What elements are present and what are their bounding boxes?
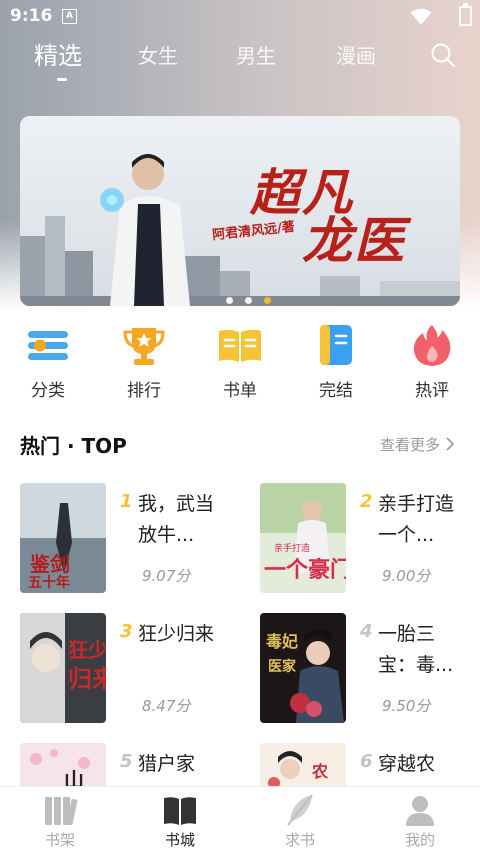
- feather-icon: [282, 793, 318, 827]
- category-label: 排行: [127, 381, 161, 401]
- bookstore-icon: [162, 793, 198, 827]
- book-score: 9.50分: [382, 697, 431, 715]
- nav-request-book[interactable]: 求书: [260, 787, 340, 850]
- svg-text:狂少: 狂少: [68, 638, 106, 662]
- wifi-icon: [410, 8, 432, 25]
- rank-number: 1: [120, 491, 133, 512]
- chevron-right-icon: [446, 437, 454, 451]
- promo-banner[interactable]: 阿君清风远/著 超凡 龙医: [20, 116, 460, 306]
- book-title: 亲手打造一个...: [378, 493, 455, 546]
- book-cover: 毒妃 医家: [260, 613, 346, 723]
- banner-pagination: [226, 289, 283, 306]
- banner-title-line1: 超凡: [250, 164, 354, 222]
- notebook-icon: [313, 322, 359, 368]
- svg-text:医家: 医家: [268, 658, 297, 675]
- section-title: 热门 · TOP: [20, 434, 127, 458]
- rank-number: 3: [120, 621, 133, 642]
- flame-icon: [409, 322, 455, 368]
- status-bar: 9:16 A: [0, 0, 480, 32]
- category-label: 热评: [415, 381, 449, 401]
- see-more-link[interactable]: 查看更多: [380, 434, 455, 455]
- book-title: 我，武当放牛...: [138, 493, 215, 546]
- banner-dot[interactable]: [245, 297, 252, 304]
- bottom-nav: 书架 书城 求书 我的: [0, 786, 480, 853]
- battery-icon: [459, 3, 472, 26]
- book-score: 9.00分: [382, 567, 431, 585]
- book-score: 8.47分: [142, 697, 191, 715]
- tab-comics[interactable]: 漫画: [336, 40, 376, 69]
- rank-number: 6: [360, 751, 373, 772]
- book-score: 9.07分: [142, 567, 191, 585]
- nav-label: 求书: [284, 831, 315, 849]
- book-title: 穿越农: [378, 753, 436, 775]
- top-tabs: 精选 女生 男生 漫画: [0, 36, 480, 81]
- category-label: 书单: [223, 381, 257, 401]
- category-label: 分类: [31, 381, 65, 401]
- banner-dot-active[interactable]: [264, 297, 271, 304]
- book-cover: 鉴剑 五十年: [20, 483, 106, 593]
- book-open-icon: [217, 322, 263, 368]
- svg-text:农: 农: [311, 762, 328, 781]
- user-icon: [402, 793, 438, 827]
- category-completed[interactable]: 完结: [301, 318, 371, 401]
- banner-dot[interactable]: [226, 297, 233, 304]
- book-cover: 亲手打造 一个豪门: [260, 483, 346, 593]
- svg-text:亲手打造: 亲手打造: [274, 542, 310, 554]
- nav-bookstore[interactable]: 书城: [140, 787, 220, 850]
- tab-male[interactable]: 男生: [236, 40, 276, 69]
- svg-text:归来: 归来: [68, 664, 106, 693]
- tab-female[interactable]: 女生: [138, 40, 178, 69]
- svg-text:鉴剑: 鉴剑: [29, 552, 70, 576]
- notification-icon: A: [62, 9, 77, 24]
- trophy-icon: [121, 322, 167, 368]
- nav-mine[interactable]: 我的: [380, 787, 460, 850]
- nav-label: 书城: [164, 831, 195, 849]
- category-row: 分类 排行 书单 完结 热评: [0, 318, 480, 408]
- category-ranking[interactable]: 排行: [109, 318, 179, 401]
- book-item[interactable]: 亲手打造 一个豪门 2 亲手打造一个... 9.00分: [260, 483, 480, 595]
- nav-label: 我的: [404, 831, 435, 849]
- rank-number: 2: [360, 491, 373, 512]
- status-time: 9:16: [10, 6, 53, 26]
- rank-number: 4: [360, 621, 373, 642]
- category-hot-reviews[interactable]: 热评: [397, 318, 467, 401]
- category-classify[interactable]: 分类: [13, 318, 83, 401]
- bookshelf-icon: [42, 793, 78, 827]
- svg-text:五十年: 五十年: [28, 574, 70, 591]
- book-title: 狂少归来: [138, 623, 215, 645]
- see-more-label: 查看更多: [380, 436, 441, 454]
- svg-text:一个豪门: 一个豪门: [264, 557, 346, 583]
- svg-text:毒妃: 毒妃: [266, 632, 298, 651]
- book-title: 猎户家: [138, 753, 196, 775]
- book-item[interactable]: 狂少 归来 3 狂少归来 8.47分: [20, 613, 240, 725]
- book-cover: 狂少 归来: [20, 613, 106, 723]
- rank-number: 5: [120, 751, 133, 772]
- search-icon[interactable]: [430, 42, 456, 68]
- category-label: 完结: [319, 381, 353, 401]
- banner-character: [100, 154, 190, 306]
- banner-title-line2: 龙医: [302, 212, 406, 270]
- book-title: 一胎三宝：毒...: [378, 623, 454, 676]
- book-item[interactable]: 毒妃 医家 4 一胎三宝：毒... 9.50分: [260, 613, 480, 725]
- tab-featured[interactable]: 精选: [34, 36, 82, 71]
- nav-bookshelf[interactable]: 书架: [20, 787, 100, 850]
- book-item[interactable]: 鉴剑 五十年 1 我，武当放牛... 9.07分: [20, 483, 240, 595]
- category-booklist[interactable]: 书单: [205, 318, 275, 401]
- list-icon: [25, 322, 71, 368]
- nav-label: 书架: [44, 831, 75, 849]
- active-tab-indicator: [57, 78, 67, 81]
